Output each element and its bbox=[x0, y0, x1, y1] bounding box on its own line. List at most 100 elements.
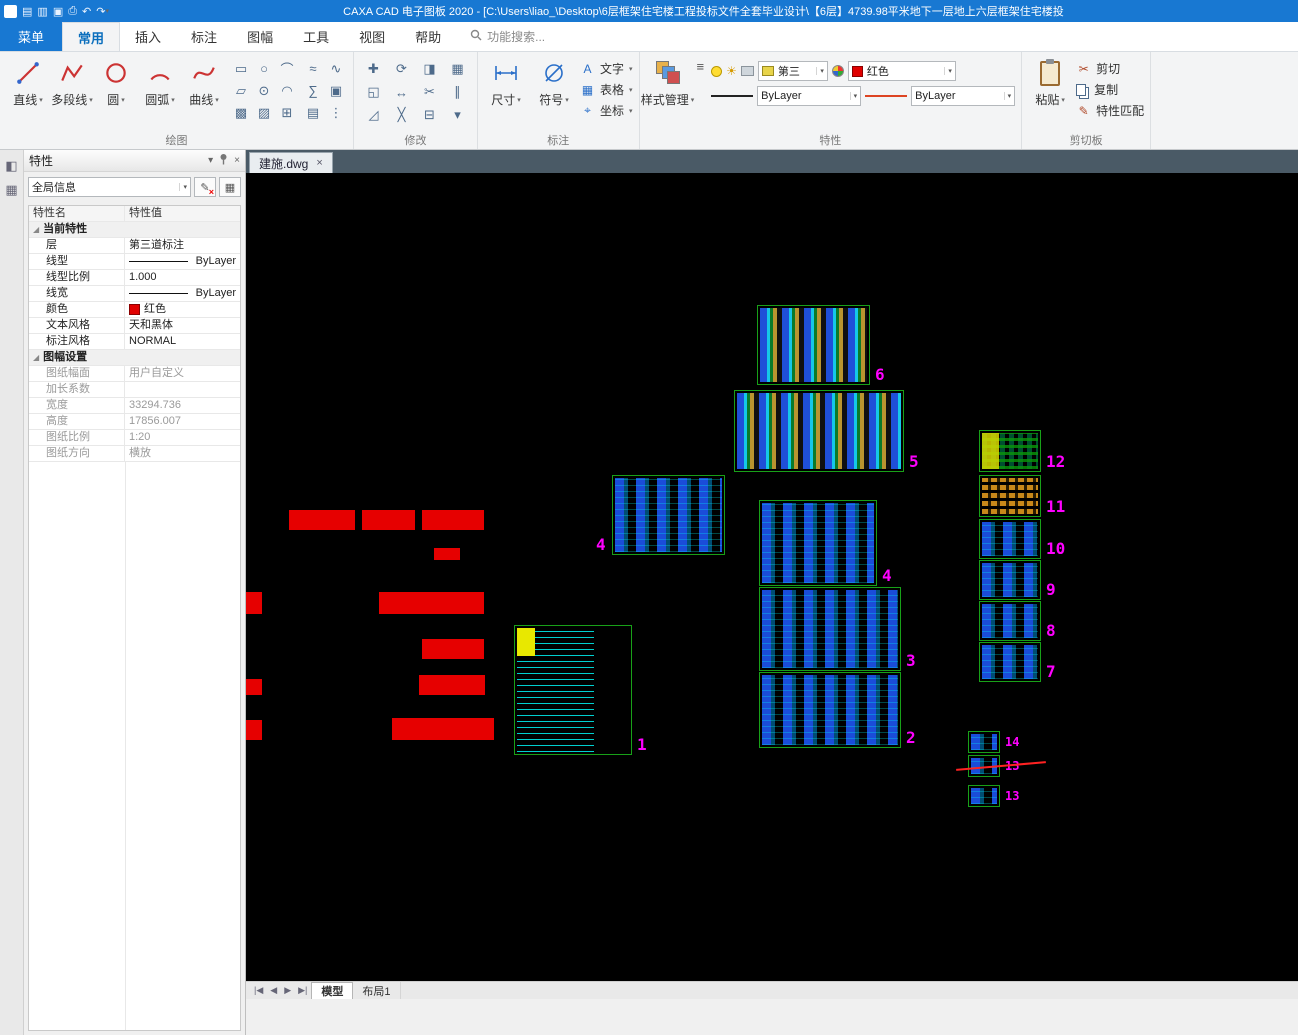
linetype-select[interactable]: ByLayer ▾ bbox=[757, 86, 862, 106]
panel-menu-icon[interactable]: ▾ bbox=[208, 155, 213, 166]
property-row[interactable]: 线型比例 1.000 bbox=[29, 270, 240, 286]
coordinate-tool-button[interactable]: ⌖ 坐标 ▾ bbox=[580, 102, 632, 119]
trim-icon[interactable]: ✂ bbox=[416, 81, 443, 103]
block-icon[interactable]: ▣ bbox=[325, 80, 347, 101]
drawing-cluster-4[interactable] bbox=[759, 500, 877, 586]
redo-icon[interactable]: ↷ bbox=[96, 5, 105, 18]
property-row[interactable]: 图纸比例 1:20 bbox=[29, 430, 240, 446]
properties-palette-icon[interactable]: ◧ bbox=[5, 158, 17, 174]
property-row[interactable]: 宽度 33294.736 bbox=[29, 398, 240, 414]
draw-tool-circle[interactable]: 圆 ▾ bbox=[94, 55, 138, 108]
open-file-icon[interactable]: ▥ bbox=[37, 5, 47, 18]
red-text-block[interactable] bbox=[419, 675, 485, 695]
property-group-header[interactable]: ◢ 图幅设置 bbox=[29, 350, 240, 366]
drawing-cluster-7[interactable] bbox=[979, 642, 1041, 682]
grid-icon[interactable]: ⊞ bbox=[276, 102, 298, 123]
point-icon[interactable]: ⊙ bbox=[253, 80, 275, 101]
style-manager-button[interactable]: 样式管理 ▾ bbox=[641, 55, 694, 108]
property-group-header[interactable]: ◢ 当前特性 bbox=[29, 222, 240, 238]
table-tool-button[interactable]: ▦ 表格 ▾ bbox=[580, 81, 633, 98]
match-properties-button[interactable]: ✎ 特性匹配 bbox=[1076, 102, 1145, 119]
library-palette-icon[interactable]: ▦ bbox=[5, 182, 17, 198]
drawing-cluster-8[interactable] bbox=[979, 601, 1041, 641]
stretch-icon[interactable]: ↔ bbox=[388, 81, 415, 103]
close-panel-icon[interactable]: × bbox=[234, 155, 240, 166]
drawing-cluster-5[interactable] bbox=[734, 390, 904, 472]
layer-freeze-icon[interactable]: ☀ bbox=[726, 64, 737, 78]
property-row[interactable]: 层第三道标注 bbox=[29, 238, 240, 254]
close-document-icon[interactable]: × bbox=[316, 157, 322, 169]
drawing-cluster-4[interactable] bbox=[612, 475, 725, 555]
function-search[interactable]: 功能搜索... bbox=[470, 22, 545, 51]
property-row[interactable]: 颜色 红色 bbox=[29, 302, 240, 318]
first-layout-icon[interactable]: |◀ bbox=[251, 985, 266, 996]
layer-on-icon[interactable] bbox=[711, 65, 723, 77]
document-tab[interactable]: 建施.dwg × bbox=[249, 152, 333, 173]
property-row[interactable]: 图纸方向 横放 bbox=[29, 446, 240, 462]
pick-object-button[interactable]: ▦ bbox=[219, 177, 241, 197]
ribbon-tab-帮助[interactable]: 帮助 bbox=[400, 22, 456, 51]
red-text-block[interactable] bbox=[422, 639, 484, 659]
image-icon[interactable]: ▤ bbox=[302, 102, 324, 123]
property-row[interactable]: 高度 17856.007 bbox=[29, 414, 240, 430]
array-icon[interactable]: ▦ bbox=[444, 58, 471, 80]
red-text-block[interactable] bbox=[246, 720, 262, 740]
drawing-cluster-1[interactable] bbox=[514, 625, 632, 755]
prev-layout-icon[interactable]: ◀ bbox=[267, 985, 280, 996]
draw-tool-polyline[interactable]: 多段线 ▾ bbox=[50, 55, 94, 108]
red-text-block[interactable] bbox=[422, 510, 484, 530]
scope-select[interactable]: 全局信息 ▾ bbox=[28, 177, 191, 197]
ribbon-tab-视图[interactable]: 视图 bbox=[344, 22, 400, 51]
drawing-cluster-9[interactable] bbox=[979, 560, 1041, 600]
lineweight-select[interactable]: ByLayer ▾ bbox=[911, 86, 1016, 106]
drawing-cluster-2[interactable] bbox=[759, 672, 901, 748]
options-list-icon[interactable]: ≡ bbox=[694, 55, 708, 78]
formula-icon[interactable]: ∑ bbox=[302, 80, 324, 101]
parallelogram-icon[interactable]: ▱ bbox=[230, 80, 252, 101]
copy-button[interactable]: 复制 bbox=[1076, 81, 1144, 98]
draw-tool-arc[interactable]: 圆弧 ▾ bbox=[138, 55, 182, 108]
drawing-cluster-13[interactable] bbox=[968, 785, 1000, 807]
dimension-button[interactable]: 尺寸 ▾ bbox=[484, 55, 528, 108]
text-tool-button[interactable]: A 文字 ▾ bbox=[580, 60, 632, 77]
symbol-button[interactable]: 符号 ▾ bbox=[532, 55, 576, 108]
next-layout-icon[interactable]: ▶ bbox=[281, 985, 294, 996]
red-text-block[interactable] bbox=[289, 510, 355, 530]
ribbon-tab-插入[interactable]: 插入 bbox=[120, 22, 176, 51]
drawing-cluster-3[interactable] bbox=[759, 587, 901, 671]
color-wheel-icon[interactable] bbox=[831, 65, 844, 77]
save-file-icon[interactable]: ▣ bbox=[53, 5, 63, 18]
last-layout-icon[interactable]: ▶| bbox=[295, 985, 310, 996]
collapse-icon[interactable]: ◢ bbox=[33, 222, 39, 237]
arc-3pt-icon[interactable]: ⌒ bbox=[276, 58, 298, 79]
pattern-fill-icon[interactable]: ▨ bbox=[253, 102, 275, 123]
paste-button[interactable]: 粘贴 ▾ bbox=[1028, 55, 1072, 108]
wave-line-icon[interactable]: ≈ bbox=[302, 58, 324, 79]
rotate-icon[interactable]: ⟳ bbox=[388, 58, 415, 80]
edit-pencil-button[interactable]: ✎ × bbox=[194, 177, 216, 197]
offset-icon[interactable]: ∥ bbox=[444, 81, 471, 103]
drawing-cluster-11[interactable] bbox=[979, 475, 1041, 517]
drawing-canvas[interactable]: 6544321121110987141313 bbox=[246, 173, 1298, 981]
break-icon[interactable]: ╳ bbox=[388, 104, 415, 126]
property-row[interactable]: 线型 ByLayer bbox=[29, 254, 240, 270]
spline-fit-icon[interactable]: ∿ bbox=[325, 58, 347, 79]
rectangle-icon[interactable]: ▭ bbox=[230, 58, 252, 79]
ellipse-icon[interactable]: ○ bbox=[253, 58, 275, 79]
property-row[interactable]: 线宽 ByLayer bbox=[29, 286, 240, 302]
red-text-block[interactable] bbox=[246, 592, 262, 614]
mirror-icon[interactable]: ◨ bbox=[416, 58, 443, 80]
color-select[interactable]: 红色 ▾ bbox=[847, 61, 956, 81]
red-text-block[interactable] bbox=[246, 679, 262, 695]
property-row[interactable]: 加长系数 bbox=[29, 382, 240, 398]
red-text-block[interactable] bbox=[392, 718, 494, 740]
drawing-cluster-10[interactable] bbox=[979, 519, 1041, 559]
new-file-icon[interactable]: ▤ bbox=[22, 5, 32, 18]
drawing-cluster-14[interactable] bbox=[968, 731, 1000, 753]
drawing-cluster-6[interactable] bbox=[757, 305, 870, 385]
layout-tab-布局1[interactable]: 布局1 bbox=[353, 982, 401, 999]
ribbon-tab-工具[interactable]: 工具 bbox=[288, 22, 344, 51]
property-row[interactable]: 图纸幅面 用户自定义 bbox=[29, 366, 240, 382]
ribbon-tab-常用[interactable]: 常用 bbox=[62, 22, 121, 51]
hatch-icon[interactable]: ▩ bbox=[230, 102, 252, 123]
